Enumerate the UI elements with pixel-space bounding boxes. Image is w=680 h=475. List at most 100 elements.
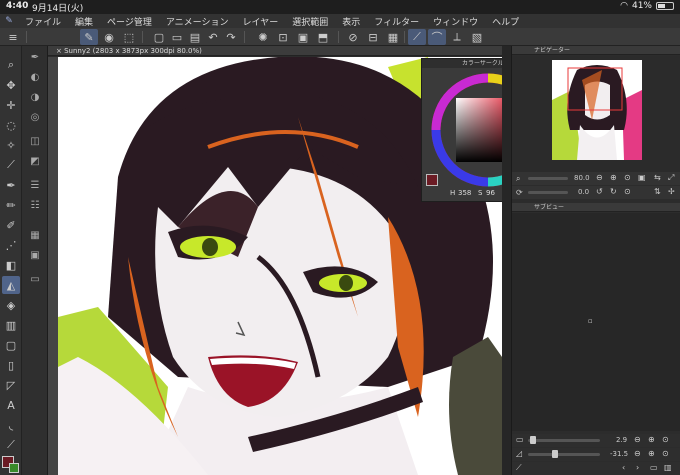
pen-tool-icon[interactable]: ✒ [2, 176, 20, 194]
eyedropper-tool-icon[interactable]: ⟋ [2, 156, 20, 174]
h-value: 358 [458, 189, 472, 197]
layer-copy-icon[interactable]: ◩ [26, 152, 44, 170]
pen-subtool-icon[interactable]: ✒ [26, 48, 44, 66]
redo-icon[interactable]: ↷ [222, 29, 240, 45]
grid-snap-icon[interactable]: ⟂ [448, 29, 466, 45]
texture-icon[interactable]: ▦ [26, 226, 44, 244]
new-file-icon[interactable]: ▢ [150, 29, 168, 45]
color-panel-main-swatch[interactable] [426, 174, 438, 186]
magic-wand-tool-icon[interactable]: ✧ [2, 136, 20, 154]
subview-angle-knob[interactable] [552, 450, 558, 458]
fill-selection-icon[interactable]: ▣ [294, 29, 312, 45]
blur-subtool-icon[interactable]: ◎ [26, 108, 44, 126]
folder-icon[interactable]: ▭ [26, 270, 44, 288]
subview-rotate-icon: ◿ [516, 449, 523, 458]
subview-area[interactable]: ▫ [512, 213, 680, 431]
drop2-subtool-icon[interactable]: ◑ [26, 88, 44, 106]
correct-line-tool-icon[interactable]: ⟋ [2, 436, 20, 454]
eye-icon[interactable]: ◉ [100, 29, 118, 45]
menu-animation[interactable]: アニメーション [159, 15, 236, 28]
app-logo-icon[interactable]: ✎ [0, 16, 18, 26]
brush-tool-icon[interactable]: ✐ [2, 216, 20, 234]
menu-hamburger-icon[interactable]: ≡ [4, 29, 22, 45]
frame-tool-icon[interactable]: ▯ [2, 356, 20, 374]
list-icon[interactable]: ☰ [26, 176, 44, 194]
menu-view[interactable]: 表示 [335, 15, 367, 28]
save-icon[interactable]: ▤ [186, 29, 204, 45]
airbrush-tool-icon[interactable]: ⋰ [2, 236, 20, 254]
sub-color-swatch[interactable] [9, 463, 19, 473]
flip-horizontal-icon[interactable]: ⇆ [654, 173, 661, 182]
subview-angle-row: ◿ -31.5 ⊖ ⊕ ⊙ [512, 448, 680, 461]
open-folder-icon[interactable]: ▭ [168, 29, 186, 45]
list2-icon[interactable]: ☷ [26, 196, 44, 214]
canvas-close-icon[interactable]: × [56, 47, 62, 55]
menu-page[interactable]: ページ管理 [100, 15, 159, 28]
menu-layer[interactable]: レイヤー [236, 15, 286, 28]
rotate-reset-icon[interactable]: ⊙ [624, 187, 631, 196]
zoom-out-icon[interactable]: ⊖ [596, 173, 603, 182]
text-tool-icon[interactable]: A [2, 396, 20, 414]
transform-icon[interactable]: ⬒ [314, 29, 332, 45]
delete-image-icon[interactable]: ▥ [664, 463, 672, 472]
subview-zoom-in-icon[interactable]: ⊕ [648, 435, 655, 444]
blend-tool-icon[interactable]: ◭ [2, 276, 20, 294]
zoom-tool-icon[interactable]: ⌕ [2, 56, 20, 74]
subview-fit-icon[interactable]: ⊙ [662, 435, 669, 444]
selection-layer-icon[interactable]: ▦ [384, 29, 402, 45]
deselect-icon[interactable]: ⊘ [344, 29, 362, 45]
zoom-in-icon[interactable]: ⊕ [610, 173, 617, 182]
fill-tool-icon[interactable]: ◈ [2, 296, 20, 314]
dock-collapse-bar[interactable] [502, 46, 512, 475]
lasso-tool-icon[interactable]: ◌ [2, 116, 20, 134]
invert-selection-icon[interactable]: ⊟ [364, 29, 382, 45]
subview-eyedropper-icon[interactable]: ⟋ [516, 463, 522, 473]
status-bar: 4:40 9月14日(火) ◠ 41% [0, 0, 680, 14]
import-image-icon[interactable]: ▭ [650, 463, 658, 472]
subview-placeholder-icon: ▫ [588, 317, 593, 325]
loading-icon[interactable]: ✺ [254, 29, 272, 45]
menu-filter[interactable]: フィルター [367, 15, 426, 28]
ruler-snap-icon[interactable]: ⟋ [408, 29, 426, 45]
fullscreen-icon[interactable]: ⤢ [668, 173, 674, 183]
pen-mode-icon[interactable]: ✎ [80, 29, 98, 45]
next-image-icon[interactable]: › [636, 463, 639, 472]
balloon-tool-icon[interactable]: ◟ [2, 416, 20, 434]
layer-stack-icon[interactable]: ◫ [26, 132, 44, 150]
flip-vertical-icon[interactable]: ⇅ [654, 187, 661, 196]
subview-rotate-left-icon[interactable]: ⊖ [634, 449, 641, 458]
subview-rotate-reset-icon[interactable]: ⊙ [662, 449, 669, 458]
navigator-preview-area[interactable] [512, 56, 680, 172]
clear-icon[interactable]: ⊡ [274, 29, 292, 45]
figure-tool-icon[interactable]: ▢ [2, 336, 20, 354]
subview-zoom-knob[interactable] [530, 436, 536, 444]
gradient-tool-icon[interactable]: ▥ [2, 316, 20, 334]
subview-header: サブビュー [512, 203, 680, 212]
rotate-left-icon[interactable]: ↺ [596, 187, 603, 196]
guide-icon[interactable]: ▧ [468, 29, 486, 45]
menu-file[interactable]: ファイル [18, 15, 68, 28]
menu-help[interactable]: ヘルプ [485, 15, 526, 28]
hand-tool-icon[interactable]: ✥ [2, 76, 20, 94]
zoom-reset-icon[interactable]: ⊙ [624, 173, 631, 182]
menu-selection[interactable]: 選択範囲 [285, 15, 335, 28]
fill-icon[interactable]: ⬚ [120, 29, 138, 45]
menu-window[interactable]: ウィンドウ [426, 15, 485, 28]
eraser-tool-icon[interactable]: ◧ [2, 256, 20, 274]
texture2-icon[interactable]: ▣ [26, 246, 44, 264]
special-ruler-snap-icon[interactable]: ⌒ [428, 29, 446, 45]
rotate-right-icon[interactable]: ↻ [610, 187, 617, 196]
canvas-tab[interactable]: × Sunny2 (2803 x 3873px 300dpi 80.0%) [48, 46, 502, 56]
ruler-tool-icon[interactable]: ◸ [2, 376, 20, 394]
fit-view-icon[interactable]: ▣ [638, 173, 646, 182]
drop-subtool-icon[interactable]: ◐ [26, 68, 44, 86]
prev-image-icon[interactable]: ‹ [622, 463, 625, 472]
undo-icon[interactable]: ↶ [204, 29, 222, 45]
move-tool-icon[interactable]: ✛ [2, 96, 20, 114]
sub-tool-palette: ✒ ◐ ◑ ◎ ◫ ◩ ☰ ☷ ▦ ▣ ▭ [22, 46, 48, 475]
menu-edit[interactable]: 編集 [68, 15, 100, 28]
pencil-tool-icon[interactable]: ✏ [2, 196, 20, 214]
pin-icon[interactable]: ✢ [668, 187, 675, 196]
subview-zoom-out-icon[interactable]: ⊖ [634, 435, 641, 444]
subview-rotate-right-icon[interactable]: ⊕ [648, 449, 655, 458]
